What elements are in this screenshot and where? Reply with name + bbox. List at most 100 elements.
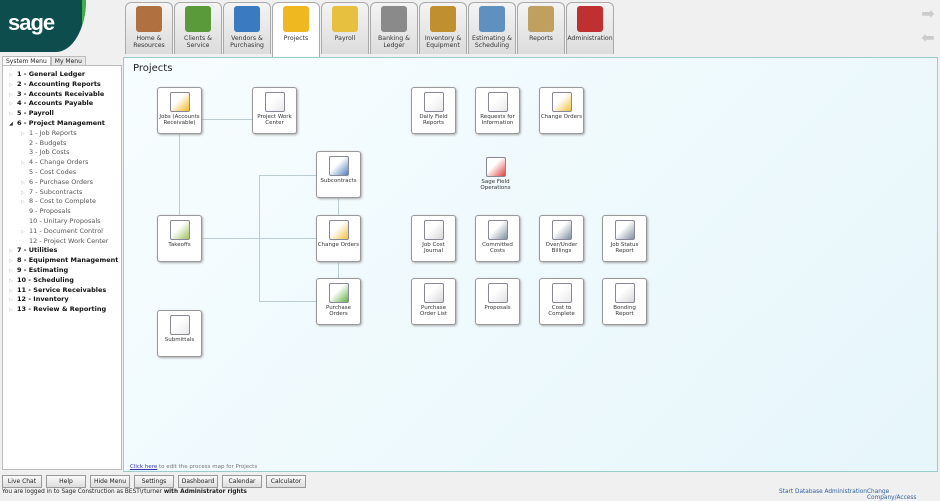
menu-item-2-accounting-reports[interactable]: ▷ 2 - Accounting Reports (9, 80, 121, 90)
menu-item-5-cost-codes[interactable]: 5 - Cost Codes (9, 168, 121, 178)
node-label: Jobs (Accounts Receivable) (159, 114, 200, 126)
node-label: Committed Costs (482, 242, 513, 254)
tab-projects[interactable]: Projects (272, 2, 320, 57)
menu-item-8-equipment-management[interactable]: ▷ 8 - Equipment Management (9, 256, 121, 266)
tab-inventory-equipment[interactable]: Inventory & Equipment (419, 2, 467, 54)
dashboard-button[interactable]: Dashboard (178, 475, 218, 488)
estimating-scheduling-icon (479, 6, 505, 32)
node-proposals[interactable]: Proposals (475, 278, 520, 325)
vendors-purchasing-icon (234, 6, 260, 32)
expanded-arrow-icon[interactable]: ◢ (9, 120, 17, 130)
node-change-orders[interactable]: Change Orders (316, 215, 361, 262)
document-icon (487, 283, 508, 303)
menu-item-label: 6 - Project Management (17, 118, 105, 127)
calendar-button[interactable]: Calendar (222, 475, 262, 488)
node-project-work-center[interactable]: Project Work Center (252, 87, 297, 134)
node-committed-costs[interactable]: Committed Costs (475, 215, 520, 262)
node-label: Subcontracts (320, 178, 357, 184)
document-pencil-icon (423, 92, 444, 112)
node-subcontracts[interactable]: Subcontracts (316, 151, 361, 198)
node-label: Takeoffs (168, 242, 191, 248)
menu-item-label: 8 - Cost to Complete (29, 197, 97, 206)
tab-administration[interactable]: Administration (566, 2, 614, 54)
menu-item-12-inventory[interactable]: ▷ 12 - Inventory (9, 295, 121, 305)
node-cost-to-complete[interactable]: Cost to Complete (539, 278, 584, 325)
back-arrow-icon[interactable]: ⬅ (918, 28, 938, 48)
bottom-toolbar: Live Chat Help Hide Menu Settings Dashboard C… (2, 475, 306, 488)
live-chat-button[interactable]: Live Chat (2, 475, 42, 488)
menu-item-3-job-costs[interactable]: 3 - Job Costs (9, 148, 121, 158)
node-label: Purchase Order List (420, 305, 447, 317)
tab-home-resources[interactable]: Home & Resources (125, 2, 173, 54)
node-label: Change Orders (540, 114, 583, 120)
menu-item-6-project-management[interactable]: ◢ 6 - Project Management (9, 119, 121, 129)
menu-item-11-service-receivables[interactable]: ▷ 11 - Service Receivables (9, 286, 121, 296)
change-company-access-link[interactable]: Change Company/Access (867, 489, 940, 501)
tab-reports[interactable]: Reports (517, 2, 565, 54)
tab-label: Estimating & Scheduling (472, 35, 512, 49)
node-bonding-report[interactable]: Bonding Report (602, 278, 647, 325)
node-requests-for-information[interactable]: Requests for Information (475, 87, 520, 134)
forward-arrow-icon[interactable]: ➡ (918, 4, 938, 24)
help-button[interactable]: Help (46, 475, 86, 488)
menu-item-6-purchase-orders[interactable]: ▷ 6 - Purchase Orders (9, 178, 121, 188)
menu-item-9-estimating[interactable]: ▷ 9 - Estimating (9, 266, 121, 276)
start-database-administration-link[interactable]: Start Database Administration (779, 489, 867, 495)
tab-label: Reports (529, 35, 553, 42)
menu-item-7-subcontracts[interactable]: ▷ 7 - Subcontracts (9, 188, 121, 198)
menu-item-13-review-reporting[interactable]: ▷ 13 - Review & Reporting (9, 305, 121, 315)
menu-item-label: 12 - Inventory (17, 295, 69, 304)
menu-item-1-general-ledger[interactable]: ▷ 1 - General Ledger (9, 70, 121, 80)
menu-item-3-accounts-receivable[interactable]: ▷ 3 - Accounts Receivable (9, 90, 121, 100)
calculator-button[interactable]: Calculator (266, 475, 306, 488)
menu-item-5-payroll[interactable]: ▷ 5 - Payroll (9, 109, 121, 119)
document-warning-icon (551, 92, 572, 112)
menu-item-label: 6 - Purchase Orders (29, 177, 94, 186)
menu-item-7-utilities[interactable]: ▷ 7 - Utilities (9, 246, 121, 256)
click-here-link[interactable]: Click here (130, 464, 157, 470)
edit-process-map-text: Click here to edit the process map for P… (130, 464, 258, 470)
menu-item-10-scheduling[interactable]: ▷ 10 - Scheduling (9, 276, 121, 286)
node-sage-field-operations[interactable]: Sage Field Operations (473, 153, 518, 200)
menu-item-11-document-control[interactable]: ▷ 11 - Document Control (9, 227, 121, 237)
projects-icon (283, 6, 309, 32)
menu-item-4-change-orders[interactable]: ▷ 4 - Change Orders (9, 158, 121, 168)
tab-estimating-scheduling[interactable]: Estimating & Scheduling (468, 2, 516, 54)
expand-arrow-icon[interactable]: ▷ (9, 306, 17, 316)
menu-item-12-project-work-center[interactable]: 12 - Project Work Center (9, 237, 121, 247)
node-label: Bonding Report (613, 305, 636, 317)
clients-service-icon (185, 6, 211, 32)
menu-item-1-job-reports[interactable]: ▷ 1 - Job Reports (9, 129, 121, 139)
document-pencil-icon (551, 283, 572, 303)
document-cart-icon (328, 283, 349, 303)
node-over-under-billings[interactable]: Over/Under Billings (539, 215, 584, 262)
node-job-cost-journal[interactable]: Job Cost Journal (411, 215, 456, 262)
node-purchase-order-list[interactable]: Purchase Order List (411, 278, 456, 325)
tab-vendors-purchasing[interactable]: Vendors & Purchasing (223, 2, 271, 54)
page-title: Projects (133, 63, 173, 74)
node-daily-field-reports[interactable]: Daily Field Reports (411, 87, 456, 134)
hide-menu-button[interactable]: Hide Menu (90, 475, 130, 488)
tab-label: Payroll (334, 35, 356, 42)
node-purchase-orders[interactable]: Purchase Orders (316, 278, 361, 325)
settings-button[interactable]: Settings (134, 475, 174, 488)
inventory-equipment-icon (430, 6, 456, 32)
menu-item-label: 8 - Equipment Management (17, 256, 119, 265)
connector-line (179, 134, 180, 215)
node-label: Sage Field Operations (480, 179, 511, 191)
tab-payroll[interactable]: Payroll (321, 2, 369, 54)
tab-banking-ledger[interactable]: Banking & Ledger (370, 2, 418, 54)
node-takeoffs[interactable]: Takeoffs (157, 215, 202, 262)
document-pencil-icon (169, 315, 190, 335)
menu-item-4-accounts-payable[interactable]: ▷ 4 - Accounts Payable (9, 99, 121, 109)
tab-clients-service[interactable]: Clients & Service (174, 2, 222, 54)
node-submittals[interactable]: Submittals (157, 310, 202, 357)
node-jobs-accounts-receivable[interactable]: Jobs (Accounts Receivable) (157, 87, 202, 134)
node-job-status-report[interactable]: Job Status Report (602, 215, 647, 262)
menu-item-8-cost-to-complete[interactable]: ▷ 8 - Cost to Complete (9, 197, 121, 207)
menu-item-2-budgets[interactable]: 2 - Budgets (9, 139, 121, 149)
menu-item-9-proposals[interactable]: 9 - Proposals (9, 207, 121, 217)
menu-item-10-unitary-proposals[interactable]: 10 - Unitary Proposals (9, 217, 121, 227)
node-change-orders[interactable]: Change Orders (539, 87, 584, 134)
menu-item-label: 5 - Payroll (17, 109, 54, 118)
